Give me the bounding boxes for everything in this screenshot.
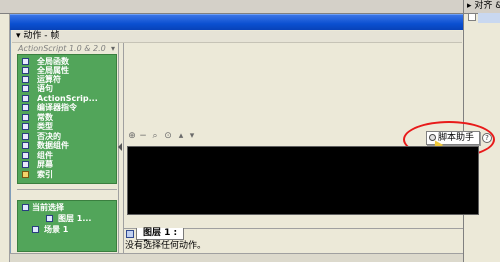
book-icon (22, 85, 29, 92)
list-item[interactable]: 常数 (18, 113, 53, 122)
add-item-icon[interactable]: ⊕ (127, 131, 137, 141)
host-left-edge (0, 14, 10, 262)
list-item[interactable]: 全局属性 (18, 66, 69, 75)
list-item-label: 运算符 (37, 75, 61, 84)
book-icon (22, 95, 29, 102)
script-editor[interactable] (127, 146, 479, 215)
parameters-area (124, 43, 462, 128)
script-mode-toolbar: ActionScript 1.0 & 2.0 ▾ (12, 43, 120, 54)
book-icon (22, 76, 29, 83)
selection-icon (22, 204, 29, 211)
book-icon (22, 152, 29, 159)
move-up-icon[interactable]: ▴ (176, 131, 186, 141)
target-icon[interactable]: ⊙ (163, 131, 173, 141)
collapse-arrow-icon[interactable] (118, 143, 122, 151)
list-item[interactable]: 类型 (18, 122, 53, 131)
list-item-label: 屏幕 (37, 160, 53, 169)
book-icon (22, 58, 29, 65)
actions-panel-title[interactable]: ▾ 动作 - 帧 (12, 31, 462, 43)
list-item-label: 数据组件 (37, 141, 69, 150)
list-item-label: 组件 (37, 151, 53, 160)
list-item[interactable]: 索引 (18, 170, 53, 179)
list-item[interactable]: 数据组件 (18, 141, 69, 150)
find-icon[interactable]: ⌕ (150, 131, 160, 141)
status-text: 没有选择任何动作。 (124, 241, 463, 252)
horizontal-scrollbar[interactable] (10, 253, 463, 262)
list-item[interactable]: 编译器指令 (18, 103, 77, 112)
actions-window-titlebar[interactable] (10, 14, 463, 30)
toolbox-splitter[interactable] (17, 189, 117, 199)
list-item-label: 索引 (37, 170, 53, 179)
layer-icon (126, 230, 134, 238)
tree-item-label: 场景 1 (44, 225, 69, 234)
script-mode-label[interactable]: ActionScript 1.0 & 2.0 (12, 43, 120, 54)
actions-toolbox: 全局函数 全局属性 运算符 语句 ActionScrip... 编译器指令 常数… (17, 54, 117, 184)
move-down-icon[interactable]: ▾ (187, 131, 197, 141)
list-item[interactable]: 组件 (18, 151, 53, 160)
book-icon (22, 133, 29, 140)
list-item[interactable]: 运算符 (18, 75, 61, 84)
tree-item-current-selection[interactable]: 当前选择 (20, 203, 64, 213)
list-item-label: 语句 (37, 84, 53, 93)
list-item-label: 全局函数 (37, 57, 69, 66)
book-icon (22, 161, 29, 168)
list-item[interactable]: ActionScrip... (18, 94, 98, 103)
book-icon (22, 142, 29, 149)
align-option-icon[interactable] (468, 13, 476, 21)
tree-item-layer[interactable]: 图层 1... (44, 214, 91, 224)
script-navigator: 当前选择 图层 1... 场景 1 (17, 200, 117, 252)
list-item-label: 类型 (37, 122, 53, 131)
frame-icon (46, 215, 53, 222)
scene-icon (32, 226, 39, 233)
book-icon (22, 114, 29, 121)
list-item-label: ActionScrip... (37, 94, 98, 103)
list-item-label: 全局属性 (37, 66, 69, 75)
delete-icon[interactable]: − (138, 131, 148, 141)
align-selection (478, 13, 500, 23)
book-icon (22, 123, 29, 130)
tree-item-scene[interactable]: 场景 1 (30, 225, 68, 235)
book-icon (22, 104, 29, 111)
index-icon (22, 171, 29, 178)
list-item-label: 编译器指令 (37, 103, 77, 112)
dropdown-arrow-icon[interactable]: ▾ (108, 44, 118, 53)
list-item[interactable]: 屏幕 (18, 160, 53, 169)
tree-item-label: 当前选择 (32, 203, 64, 212)
tree-item-label: 图层 1... (58, 214, 92, 223)
host-menubar (0, 0, 500, 14)
list-item[interactable]: 语句 (18, 84, 53, 93)
list-item-label: 否决的 (37, 132, 61, 141)
tab-layer-frame[interactable]: 图层 1 : 1 (136, 228, 184, 249)
list-item[interactable]: 全局函数 (18, 57, 69, 66)
book-icon (22, 67, 29, 74)
list-item[interactable]: 否决的 (18, 132, 61, 141)
align-panel-header[interactable]: ▸ 对齐 & (464, 0, 500, 14)
list-item-label: 常数 (37, 113, 53, 122)
